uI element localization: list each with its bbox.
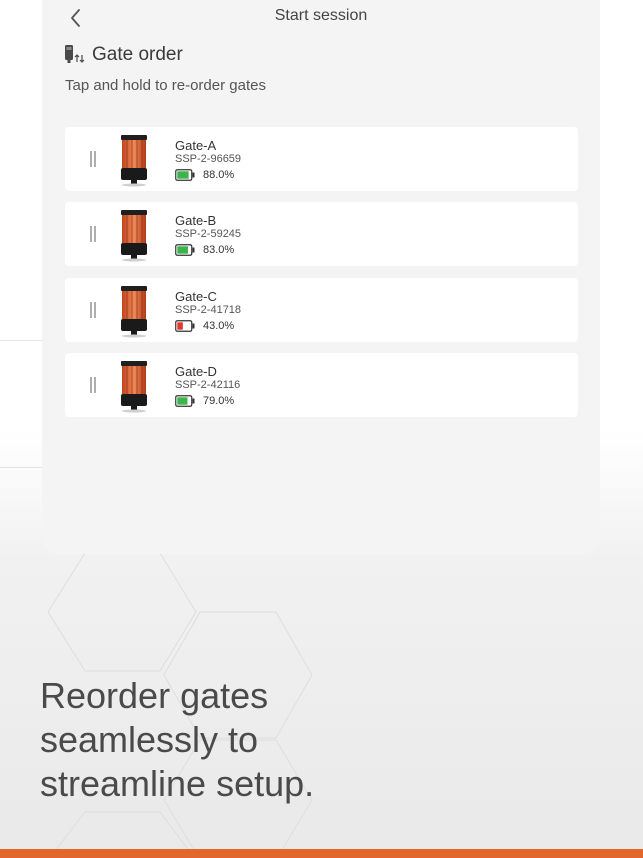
gate-name: Gate-B	[175, 213, 217, 228]
gate-card[interactable]: Gate-A SSP-2-96659 88.0%	[65, 127, 578, 191]
gate-serial: SSP-2-41718	[175, 304, 242, 316]
gate-device-image	[121, 286, 147, 338]
gate-name: Gate-D	[175, 364, 217, 379]
gate-serial: SSP-2-96659	[175, 153, 242, 165]
gate-serial: SSP-2-42116	[175, 379, 241, 391]
drag-handle-icon[interactable]	[89, 301, 97, 319]
section-title: Gate order	[92, 44, 183, 65]
battery-percent: 88.0%	[203, 169, 235, 181]
gate-name: Gate-C	[175, 289, 217, 304]
section-header: Gate order	[64, 43, 183, 67]
battery-percent: 43.0%	[203, 320, 235, 332]
promo-line: Reorder gates	[40, 675, 269, 716]
gate-card[interactable]: Gate-D SSP-2-42116 79.0%	[65, 353, 578, 417]
drag-handle-icon[interactable]	[89, 376, 97, 394]
reorder-hint: Tap and hold to re-order gates	[65, 77, 266, 94]
battery-icon	[175, 169, 195, 181]
gate-order-panel: Start session Gate order Tap and hold to…	[42, 0, 600, 554]
battery-icon	[175, 244, 195, 256]
gate-device-image	[121, 210, 147, 262]
gate-card[interactable]: Gate-B SSP-2-59245 83.0%	[65, 202, 578, 266]
gate-reorder-icon	[65, 45, 85, 63]
background-divider	[0, 340, 42, 468]
drag-handle-icon[interactable]	[89, 225, 97, 243]
battery-percent: 79.0%	[203, 395, 235, 407]
battery-icon	[175, 395, 195, 407]
gate-serial: SSP-2-59245	[175, 228, 242, 240]
gate-device-image	[121, 135, 147, 187]
promo-headline: Reorder gates seamlessly to streamline s…	[40, 674, 440, 806]
drag-handle-icon[interactable]	[89, 150, 97, 168]
accent-bottom-bar	[0, 849, 643, 858]
promo-line: seamlessly to	[40, 719, 259, 760]
gate-device-image	[121, 361, 147, 413]
battery-icon	[175, 320, 195, 332]
gate-name: Gate-A	[175, 138, 217, 153]
battery-percent: 83.0%	[203, 244, 235, 256]
page-title: Start session	[274, 7, 368, 24]
promo-line: streamline setup.	[40, 763, 315, 804]
gate-card[interactable]: Gate-C SSP-2-41718 43.0%	[65, 278, 578, 342]
top-bar: Start session	[42, 0, 600, 34]
